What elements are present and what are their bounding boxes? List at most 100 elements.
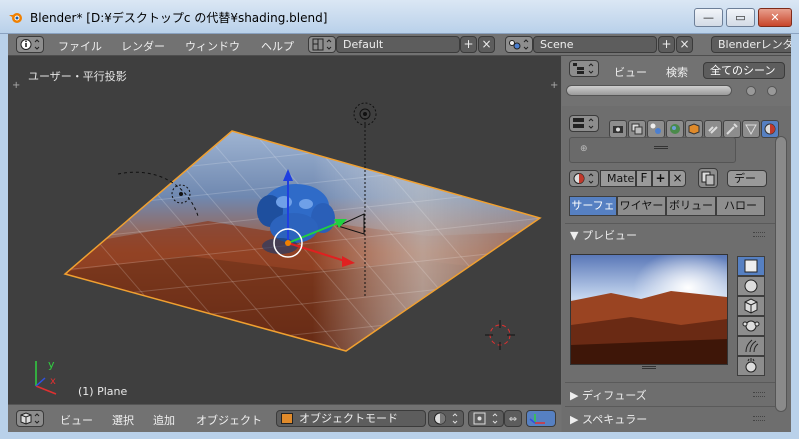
outliner-filter-dropdown[interactable]: 全てのシーン xyxy=(703,62,785,79)
menu-view[interactable]: ビュー xyxy=(60,412,93,428)
preview-hair-button[interactable] xyxy=(737,336,765,356)
panel-drag-handle[interactable] xyxy=(753,416,765,421)
preview-cube-button[interactable] xyxy=(737,296,765,316)
viewport-properties-plus[interactable]: + xyxy=(550,80,558,91)
outliner-search-menu[interactable]: 検索 xyxy=(666,64,688,80)
outliner-icon xyxy=(573,63,594,74)
link-data-dropdown[interactable]: デー xyxy=(727,170,767,187)
preview-resize-handle[interactable] xyxy=(642,366,656,369)
diffuse-title: ディフューズ xyxy=(581,389,647,402)
section-divider xyxy=(565,223,775,224)
add-screen-button[interactable]: + xyxy=(460,36,477,53)
window-frame-right xyxy=(791,34,799,439)
material-preview xyxy=(570,254,728,365)
outliner-view-menu[interactable]: ビュー xyxy=(614,64,647,80)
preview-flat-button[interactable] xyxy=(737,256,765,276)
preview-title: プレビュー xyxy=(581,229,637,242)
diffuse-panel-header[interactable]: ▶ ディフューズ xyxy=(570,387,647,403)
cube-icon xyxy=(20,412,40,425)
plus-icon: + xyxy=(463,37,474,51)
material-name-field[interactable]: Mate xyxy=(600,170,636,187)
new-material-button[interactable]: + xyxy=(652,170,669,187)
editor-type-3d-button[interactable] xyxy=(16,410,44,427)
maximize-icon: ▭ xyxy=(735,11,746,24)
constraints-tab-icon[interactable] xyxy=(704,120,722,138)
menu-render[interactable]: レンダー xyxy=(121,38,165,54)
preview-panel-header[interactable]: ▼ プレビュー xyxy=(570,227,637,243)
render-layers-tab-icon[interactable] xyxy=(628,120,646,138)
viewport-toolbar-plus[interactable]: + xyxy=(12,80,20,91)
specular-panel-header[interactable]: ▶ スペキュラー xyxy=(570,411,647,427)
menu-select[interactable]: 選択 xyxy=(112,412,134,428)
material-slot-list[interactable]: ⊕ xyxy=(569,137,736,163)
world-tab-icon[interactable] xyxy=(666,120,684,138)
tab-halo[interactable]: ハロー xyxy=(716,196,765,216)
x-icon: × xyxy=(679,37,690,51)
editor-type-info-button[interactable] xyxy=(16,36,44,53)
modifiers-tab-icon[interactable] xyxy=(723,120,741,138)
preview-monkey-button[interactable] xyxy=(737,316,765,336)
pivot-dropdown[interactable] xyxy=(468,410,504,427)
menu-help[interactable]: ヘルプ xyxy=(261,38,294,54)
material-browse-button[interactable] xyxy=(569,170,599,187)
outliner-restrict-dot[interactable] xyxy=(746,86,756,96)
outliner-restrict-dot[interactable] xyxy=(767,86,777,96)
manipulator-toggle[interactable]: ⇔ xyxy=(504,410,522,427)
tab-wire[interactable]: ワイヤー xyxy=(617,196,666,216)
expand-arrow-icon: ▶ xyxy=(570,413,582,426)
tab-volume[interactable]: ボリュー xyxy=(666,196,716,216)
editor-type-properties-button[interactable] xyxy=(569,115,599,132)
right-panel: ビュー 検索 全てのシーン ⊕ Mate F + × デー サーフェ ワイヤー … xyxy=(562,56,791,432)
scene-tab-icon[interactable] xyxy=(647,120,665,138)
render-tab-icon[interactable] xyxy=(609,120,627,138)
3d-view-header: ビュー 選択 追加 オブジェクト オブジェクトモード ⇔ xyxy=(8,404,561,432)
data-tab-icon[interactable] xyxy=(742,120,760,138)
delete-screen-button[interactable]: × xyxy=(478,36,495,53)
outliner-scrollbar[interactable] xyxy=(566,85,732,96)
unlink-material-button[interactable]: × xyxy=(669,170,686,187)
material-tab-icon[interactable] xyxy=(761,120,779,138)
axes-icon xyxy=(529,414,545,424)
axis-y-label: y xyxy=(48,358,55,371)
screen-layout-icon-button[interactable] xyxy=(308,36,336,53)
copy-icon xyxy=(701,171,715,186)
screen-layout-field[interactable]: Default xyxy=(336,36,460,53)
translate-manipulator-button[interactable] xyxy=(526,410,556,427)
delete-scene-button[interactable]: × xyxy=(676,36,693,53)
section-divider xyxy=(565,382,775,383)
manipulator-icon: ⇔ xyxy=(508,414,518,425)
scene-icon-button[interactable] xyxy=(505,36,533,53)
hair-icon xyxy=(745,339,759,353)
slot-resize-handle[interactable] xyxy=(654,146,668,149)
slot-add-icon[interactable]: ⊕ xyxy=(580,144,588,154)
menu-add[interactable]: 追加 xyxy=(153,412,175,428)
menu-object[interactable]: オブジェクト xyxy=(196,412,262,428)
copy-material-button[interactable] xyxy=(698,168,718,188)
plus-icon: + xyxy=(655,171,666,185)
panel-drag-handle[interactable] xyxy=(753,232,765,237)
monkey-icon xyxy=(742,320,760,332)
window-frame-bottom xyxy=(0,432,799,439)
preview-sky-button[interactable] xyxy=(737,356,765,376)
maximize-button[interactable]: ▭ xyxy=(726,8,755,27)
add-scene-button[interactable]: + xyxy=(658,36,675,53)
3d-viewport[interactable]: + + ユーザー・平行投影 y x (1) Plane xyxy=(8,56,561,404)
window-frame-left xyxy=(0,34,8,439)
menu-window[interactable]: ウィンドウ xyxy=(185,38,240,54)
scene-field[interactable]: Scene xyxy=(533,36,657,53)
shading-dropdown[interactable] xyxy=(428,410,464,427)
menu-file[interactable]: ファイル xyxy=(58,38,102,54)
material-sphere-icon xyxy=(573,173,594,184)
preview-sphere-button[interactable] xyxy=(737,276,765,296)
minimize-button[interactable]: — xyxy=(694,8,723,27)
mode-dropdown[interactable]: オブジェクトモード xyxy=(276,410,426,427)
properties-scrollbar[interactable] xyxy=(775,136,787,412)
mode-label: オブジェクトモード xyxy=(299,412,398,425)
tab-surface[interactable]: サーフェ xyxy=(569,196,617,216)
panel-drag-handle[interactable] xyxy=(753,392,765,397)
render-engine-dropdown[interactable]: Blenderレンダ xyxy=(711,36,791,53)
editor-type-outliner-button[interactable] xyxy=(569,60,599,77)
fake-user-button[interactable]: F xyxy=(636,170,652,187)
close-window-button[interactable]: ✕ xyxy=(758,8,792,27)
object-tab-icon[interactable] xyxy=(685,120,703,138)
